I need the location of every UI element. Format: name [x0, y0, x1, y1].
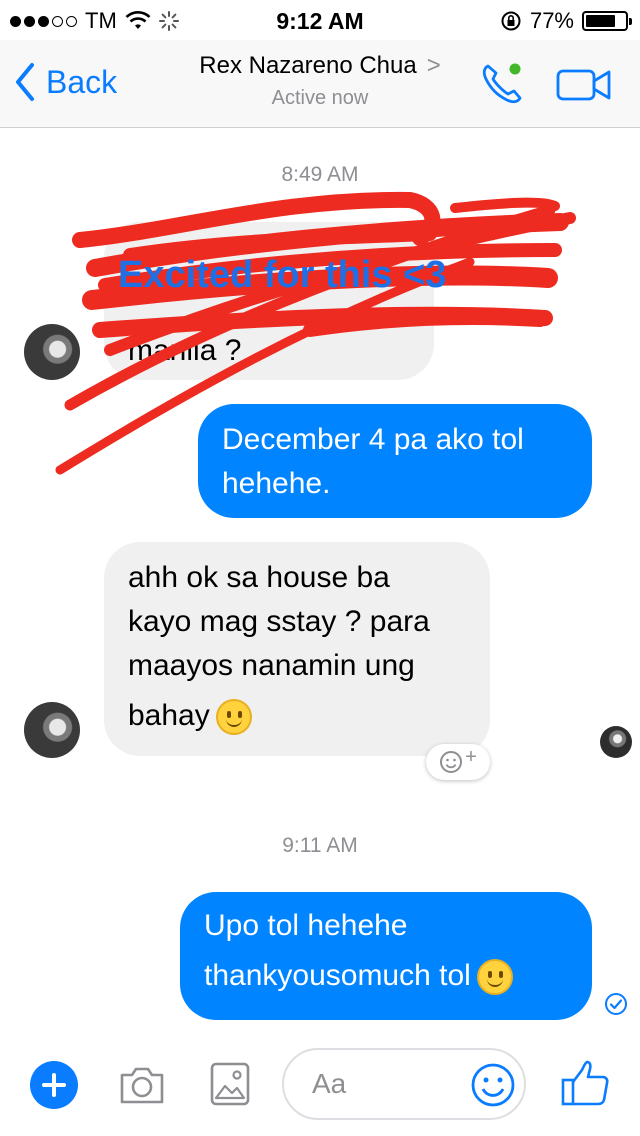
contact-avatar[interactable]: [24, 324, 80, 380]
video-call-icon[interactable]: [556, 66, 612, 104]
message-line: kayo mag sstay ? para: [128, 605, 430, 638]
camera-icon[interactable]: [118, 1064, 166, 1106]
message-line: ahh ok sa house ba: [128, 561, 390, 594]
message-line-with-emoji: thankyousomuch tol: [204, 954, 568, 998]
timestamp: 9:11 AM: [282, 834, 358, 857]
rotation-lock-icon: [501, 11, 521, 31]
message-line: bahay: [128, 699, 210, 732]
conversation-header: Back Rex Nazareno Chua > Active now: [0, 40, 640, 128]
active-status: Active now: [271, 87, 369, 109]
smiley-outline-icon: [440, 751, 463, 773]
incoming-message-bubble[interactable]: manila ?: [104, 222, 434, 380]
read-receipt-avatar: [600, 726, 632, 758]
contact-avatar[interactable]: [24, 702, 80, 758]
message-line-with-emoji: bahay: [128, 694, 466, 738]
scribbled-message-text: manila ?: [128, 334, 242, 367]
chevron-right-icon: >: [426, 52, 441, 79]
smiley-emoji-icon: [215, 699, 252, 736]
thumbs-up-like-icon[interactable]: [560, 1058, 610, 1108]
status-bar: TM 9:12 AM 77%: [0, 0, 640, 40]
battery-icon: [582, 11, 632, 31]
emoji-picker-icon[interactable]: [470, 1062, 516, 1108]
contact-name: Rex Nazareno Chua: [199, 52, 417, 79]
timestamp: 8:49 AM: [281, 163, 359, 186]
add-reaction-button[interactable]: +: [426, 744, 490, 780]
smiley-emoji-icon: [476, 959, 513, 996]
composer-bar: Aa: [0, 1040, 640, 1136]
message-input-placeholder: Aa: [312, 1068, 347, 1099]
outgoing-message-bubble[interactable]: December 4 pa ako tol hehehe.: [198, 404, 592, 518]
contact-name-button[interactable]: Rex Nazareno Chua >: [0, 52, 640, 80]
phone-call-icon[interactable]: [478, 60, 526, 108]
message-line: maayos nanamin ung: [128, 649, 415, 682]
overlay-caption: Excited for this <3: [118, 254, 447, 296]
message-line: thankyousomuch tol: [204, 959, 471, 992]
incoming-message-bubble[interactable]: ahh ok sa house ba kayo mag sstay ? para…: [104, 542, 490, 756]
plus-icon: +: [465, 745, 477, 768]
more-actions-plus-button[interactable]: [30, 1061, 78, 1109]
status-right: 77%: [500, 8, 632, 34]
message-line: December 4 pa ako tol: [222, 423, 524, 456]
outgoing-message-bubble[interactable]: Upo tol hehehe thankyousomuch tol: [180, 892, 592, 1020]
battery-percent: 77%: [529, 8, 574, 33]
message-line: hehehe.: [222, 467, 331, 500]
delivered-check-icon: [605, 993, 627, 1015]
gallery-image-icon[interactable]: [210, 1062, 250, 1106]
message-line: Upo tol hehehe: [204, 909, 408, 942]
